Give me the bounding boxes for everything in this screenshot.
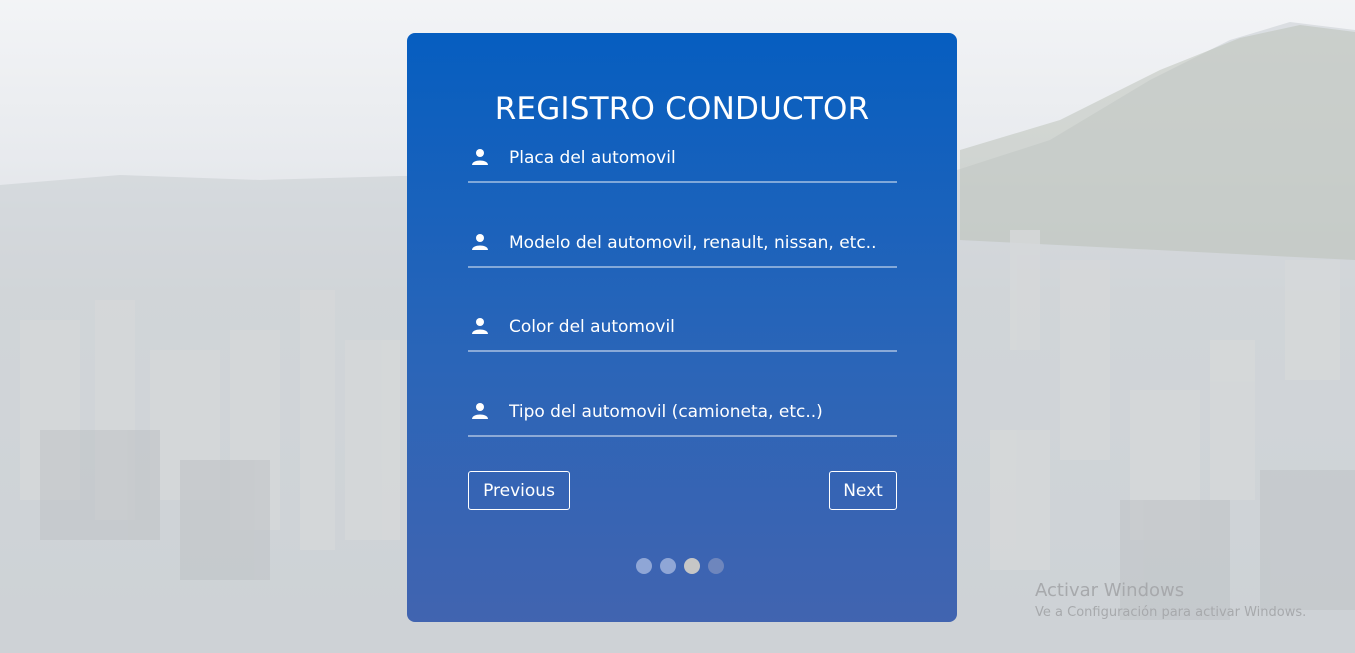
watermark-subtitle: Ve a Configuración para activar Windows. <box>1035 605 1307 620</box>
type-input[interactable] <box>509 399 894 425</box>
previous-button[interactable]: Previous <box>468 471 570 510</box>
user-icon <box>471 317 489 335</box>
watermark-title: Activar Windows <box>1035 580 1185 601</box>
step-dot-1 <box>636 558 652 574</box>
model-input[interactable] <box>509 230 894 256</box>
step-dot-3 <box>684 558 700 574</box>
plate-input[interactable] <box>509 145 894 171</box>
windows-activation-watermark: Activar Windows Ve a Configuración para … <box>1035 580 1306 620</box>
step-dot-2 <box>660 558 676 574</box>
step-indicator <box>636 558 724 574</box>
next-button[interactable]: Next <box>829 471 897 510</box>
form-title: REGISTRO CONDUCTOR <box>494 91 870 127</box>
color-input[interactable] <box>509 314 894 340</box>
registration-card: REGISTRO CONDUCTOR Previous Next <box>407 33 957 622</box>
plate-field <box>468 145 897 183</box>
user-icon <box>471 233 489 251</box>
model-field <box>468 230 897 268</box>
user-icon <box>471 148 489 166</box>
step-dot-4 <box>708 558 724 574</box>
color-field <box>468 314 897 352</box>
type-field <box>468 399 897 437</box>
user-icon <box>471 402 489 420</box>
